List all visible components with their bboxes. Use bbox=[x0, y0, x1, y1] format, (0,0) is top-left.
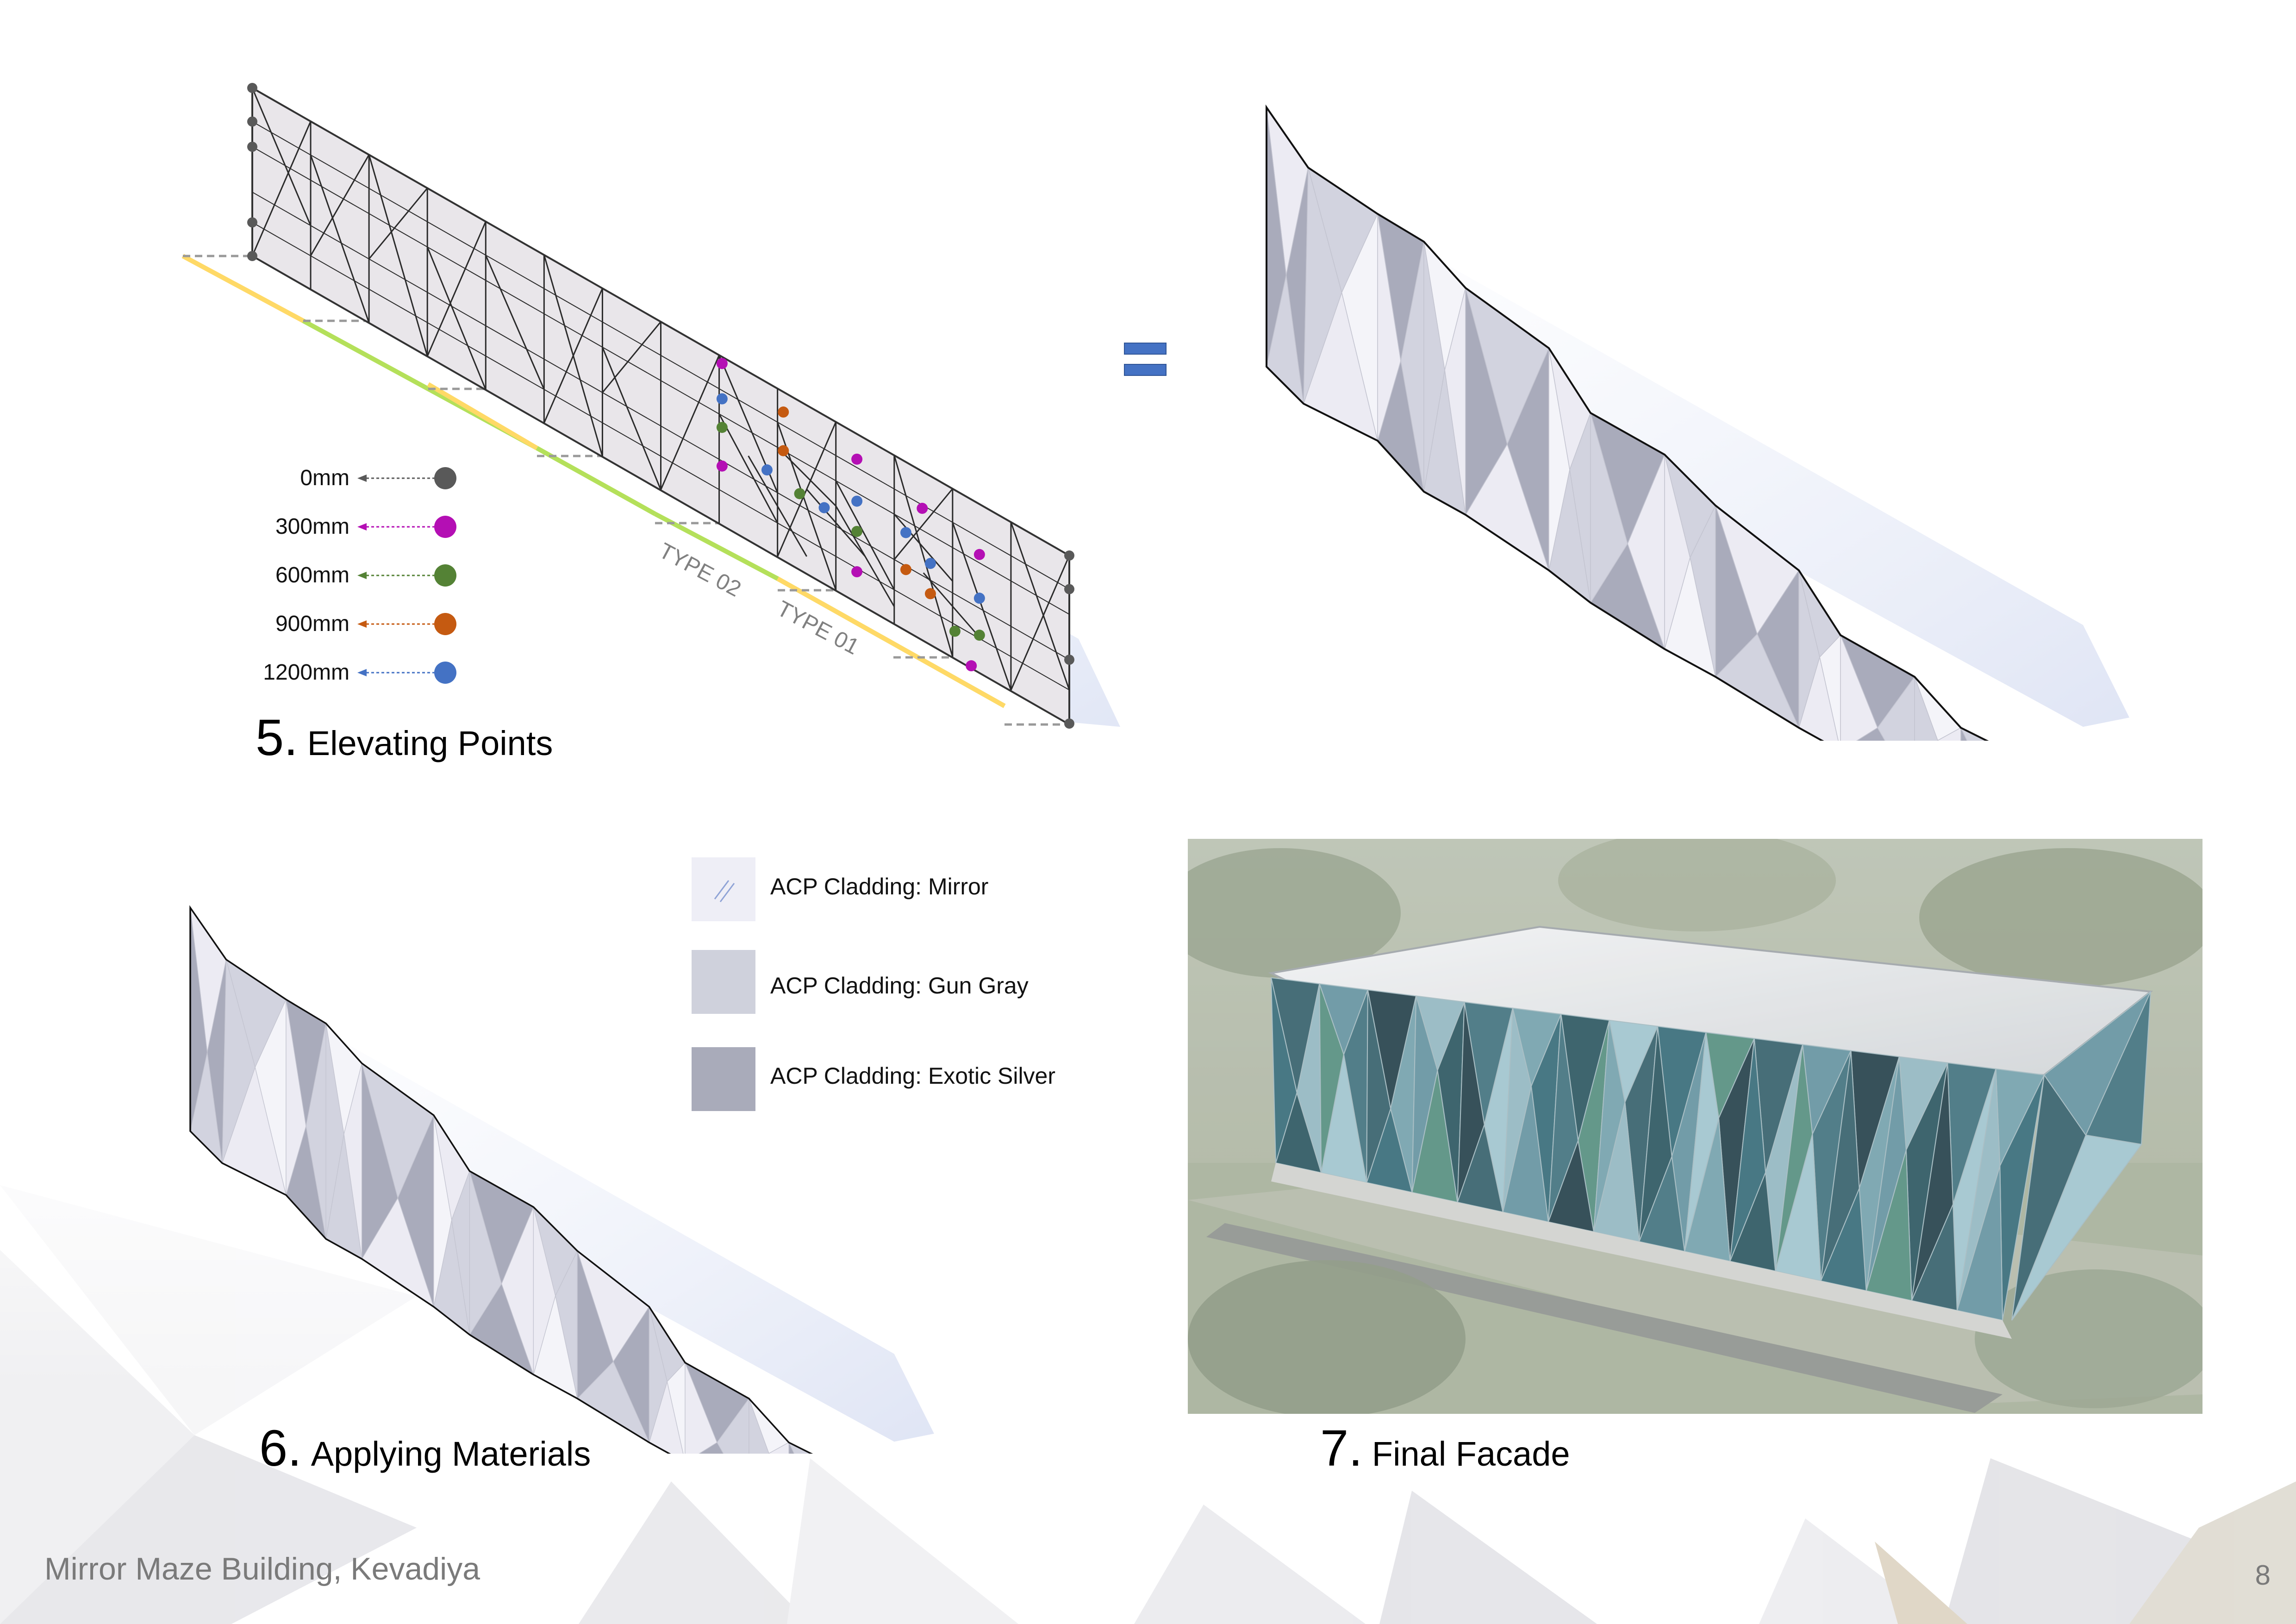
legend-arrow-icon bbox=[357, 475, 367, 482]
elevated-point bbox=[851, 495, 863, 507]
gun-gray-swatch bbox=[692, 950, 755, 1014]
type-labels: TYPE 02 TYPE 01 bbox=[655, 538, 863, 660]
step-7-title: Final Facade bbox=[1372, 1435, 1570, 1473]
elevating-points-diagram bbox=[181, 83, 1120, 729]
legend-markers bbox=[357, 467, 456, 684]
faceted-panel-materials bbox=[189, 905, 934, 1454]
elevated-point bbox=[949, 625, 961, 637]
mirror-hatch-icon bbox=[692, 857, 755, 921]
elevated-point bbox=[778, 406, 789, 418]
legend-label-300mm: 300mm bbox=[275, 514, 349, 539]
elevated-point bbox=[716, 422, 728, 433]
step-5-number: 5. bbox=[256, 709, 298, 766]
material-label-exotic-silver: ACP Cladding: Exotic Silver bbox=[770, 1063, 1056, 1089]
elevated-point bbox=[973, 549, 985, 560]
step-5-title: Elevating Points bbox=[307, 724, 553, 762]
legend-dot bbox=[434, 613, 456, 635]
elevated-point bbox=[794, 488, 805, 500]
elevated-point bbox=[716, 460, 728, 472]
step-6-heading: 6. Applying Materials bbox=[259, 1419, 591, 1478]
point-0mm bbox=[1064, 718, 1074, 729]
step-6-number: 6. bbox=[259, 1420, 302, 1477]
legend-label-0mm: 0mm bbox=[300, 466, 349, 490]
page-number: 8 bbox=[2255, 1560, 2271, 1591]
point-0mm bbox=[1064, 655, 1074, 665]
equals-sign bbox=[1124, 343, 1167, 377]
legend-dot bbox=[434, 564, 456, 587]
legend-arrow-icon bbox=[357, 523, 367, 531]
step-5-heading: 5. Elevating Points bbox=[256, 708, 553, 767]
point-0mm bbox=[247, 142, 257, 152]
elevated-point bbox=[917, 503, 928, 514]
type02-label: TYPE 02 bbox=[655, 538, 745, 602]
point-0mm bbox=[1064, 550, 1074, 561]
elevated-point bbox=[761, 464, 773, 476]
step-7-number: 7. bbox=[1320, 1420, 1363, 1477]
elevated-point bbox=[924, 558, 936, 569]
point-0mm bbox=[247, 217, 257, 228]
step-7-heading: 7. Final Facade bbox=[1320, 1419, 1570, 1478]
material-label-mirror: ACP Cladding: Mirror bbox=[770, 874, 989, 899]
legend-arrow-icon bbox=[357, 620, 367, 628]
final-facade-photo bbox=[1188, 839, 2202, 1414]
point-0mm bbox=[247, 251, 257, 261]
point-0mm bbox=[247, 116, 257, 127]
legend-arrow-icon bbox=[357, 572, 367, 579]
legend-dot bbox=[434, 516, 456, 538]
facade-photo-illustration bbox=[1188, 839, 2202, 1414]
elevated-point bbox=[818, 502, 830, 513]
faceted-panel-top bbox=[1266, 104, 2129, 741]
type01-label: TYPE 01 bbox=[773, 596, 863, 660]
legend-label-600mm: 600mm bbox=[275, 563, 349, 587]
legend-arrow-icon bbox=[357, 669, 367, 676]
legend-label-900mm: 900mm bbox=[275, 612, 349, 636]
point-0mm bbox=[247, 83, 257, 93]
elevated-point bbox=[716, 393, 728, 405]
exotic-silver-swatch bbox=[692, 1047, 755, 1111]
elevated-point bbox=[716, 358, 728, 369]
elevated-point bbox=[973, 630, 985, 641]
step-6-title: Applying Materials bbox=[311, 1435, 591, 1473]
elevated-point bbox=[973, 593, 985, 604]
mirror-swatch bbox=[692, 857, 755, 921]
footer-project-title: Mirror Maze Building, Kevadiya bbox=[44, 1551, 480, 1587]
legend-dot bbox=[434, 467, 456, 489]
elevated-point bbox=[924, 588, 936, 600]
elevated-point bbox=[966, 660, 977, 672]
elevated-point bbox=[851, 453, 863, 465]
point-0mm bbox=[1064, 584, 1074, 594]
material-label-gun-gray: ACP Cladding: Gun Gray bbox=[770, 973, 1029, 999]
legend-label-1200mm: 1200mm bbox=[263, 660, 349, 685]
legend-dot bbox=[434, 662, 456, 684]
elevated-point bbox=[778, 445, 789, 456]
